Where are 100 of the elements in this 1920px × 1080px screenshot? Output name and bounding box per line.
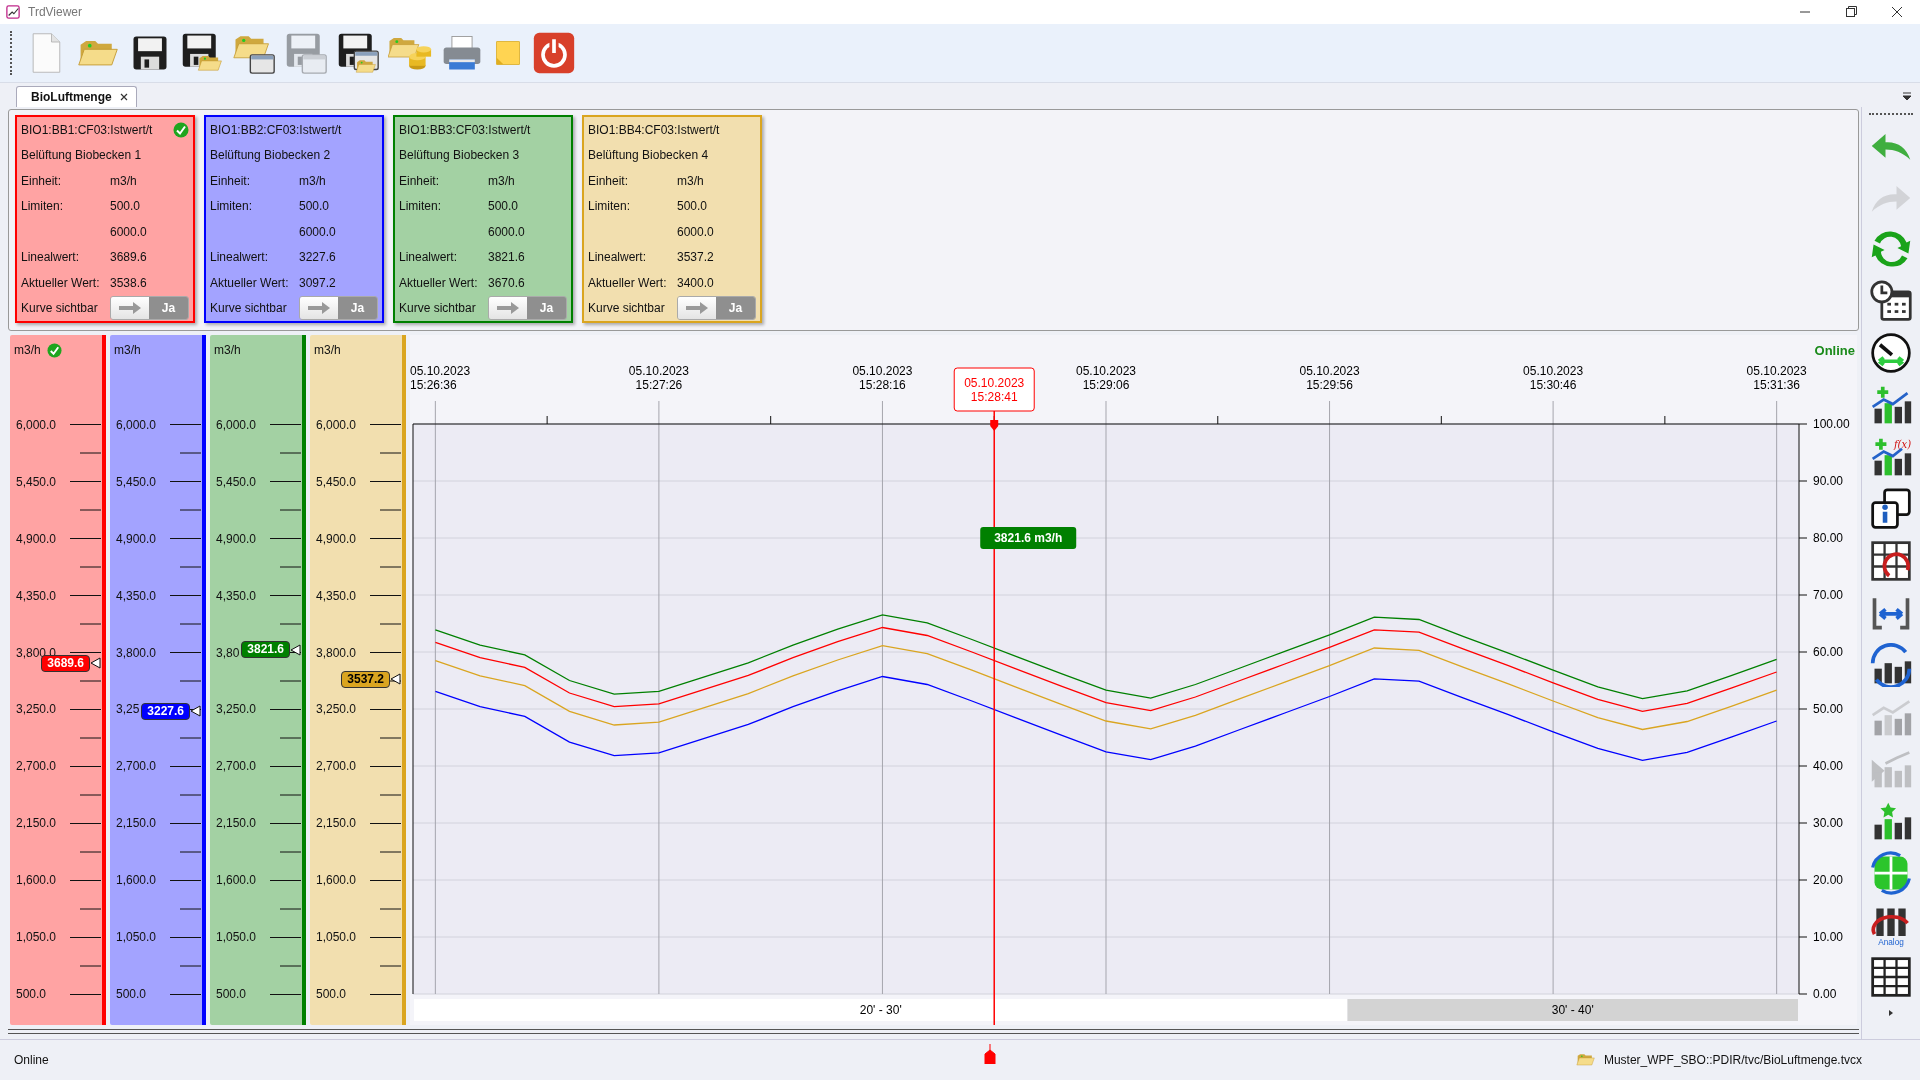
curve-name: Belüftung Biobecken 2: [210, 148, 331, 163]
axis-label: 1,050.0: [116, 930, 157, 944]
time-label: 05.10.2023 15:29:06: [1075, 364, 1137, 392]
tag-name: BIO1:BB1:CF03:Istwert/t: [21, 122, 153, 137]
clock-calendar-icon[interactable]: [1869, 279, 1913, 323]
close-icon[interactable]: [119, 93, 128, 101]
axis-label: 5,450.0: [316, 474, 357, 489]
table-icon[interactable]: [1869, 955, 1913, 999]
floppy-window-folder-icon[interactable]: [336, 31, 380, 75]
field-value: m3/h: [488, 173, 515, 188]
time-label: 05.10.2023 15:27:26: [628, 364, 689, 392]
axis-label: 1,600.0: [16, 873, 57, 888]
axis-label: 500.0: [116, 986, 148, 1001]
field-label: Einheit:: [399, 173, 440, 188]
curve-name: Belüftung Biobecken 1: [21, 148, 142, 163]
arrow-icon: [685, 302, 709, 315]
axis-label: 3,800.0: [316, 645, 357, 660]
cursor-marker-icon[interactable]: [984, 1044, 997, 1064]
axis-label: 1,600.0: [316, 873, 357, 888]
overflow-icon[interactable]: [1887, 1009, 1895, 1017]
axis-label: 80.00: [1813, 531, 1844, 545]
axis-label: 6,000.0: [116, 418, 157, 432]
pointer-icon: [390, 673, 401, 686]
curve-name: Belüftung Biobecken 3: [399, 148, 520, 163]
field-value: m3/h: [110, 173, 137, 188]
axis-label: 3,250.0: [316, 702, 357, 717]
tag-name: BIO1:BB3:CF03:Istwert/t: [399, 122, 531, 137]
dropdown-icon[interactable]: [1902, 91, 1912, 101]
document-tab[interactable]: BioLuftmenge: [16, 86, 137, 107]
axis-label: 1,600.0: [216, 873, 257, 888]
pointer-icon: [190, 705, 201, 718]
gauge-arrows-icon[interactable]: [1869, 331, 1913, 375]
field-value: 3227.6: [299, 250, 336, 265]
axis-label: 1,050.0: [216, 930, 257, 944]
field-value: 6000.0: [677, 224, 714, 239]
time-range-label: 20' - 30': [859, 1003, 902, 1017]
field-label: Linealwert:: [21, 250, 80, 265]
field-value: 500.0: [110, 199, 141, 214]
axis-unit: m3/h: [314, 343, 341, 357]
time-label: 05.10.2023 15:29:56: [1299, 364, 1360, 392]
info-icon[interactable]: [1869, 487, 1913, 531]
axis-label: 10.00: [1813, 930, 1844, 944]
field-value: 6000.0: [488, 224, 525, 239]
axis-label: 2,150.0: [116, 816, 157, 831]
visibility-toggle[interactable]: Ja: [110, 296, 189, 321]
axis-label: 2,150.0: [316, 816, 357, 831]
field-value: 3537.2: [677, 250, 714, 265]
field-value: 3400.0: [677, 275, 714, 290]
tag-name: BIO1:BB2:CF03:Istwert/t: [210, 122, 342, 137]
field-label: Aktueller Wert:: [21, 275, 100, 290]
field-label: Aktueller Wert:: [588, 275, 667, 290]
chart-cycle-icon[interactable]: [1869, 643, 1913, 687]
grid-arrow-icon[interactable]: [1869, 539, 1913, 583]
axis-label: 20.00: [1813, 873, 1844, 887]
visibility-toggle[interactable]: Ja: [299, 296, 378, 321]
field-value: 500.0: [488, 199, 519, 214]
field-label: Kurve sichtbar: [210, 301, 288, 316]
cursor-time: 05.10.2023 15:28:41: [964, 376, 1025, 404]
axis-label: 3,800.0: [116, 645, 157, 660]
field-value: m3/h: [299, 173, 326, 188]
axis-label: 500.0: [316, 986, 348, 1001]
window-title: TrdViewer: [28, 5, 83, 19]
field-label: Linealwert:: [588, 250, 647, 265]
field-value: m3/h: [677, 173, 704, 188]
axis-label: 2,700.0: [16, 759, 57, 774]
field-label: Aktueller Wert:: [399, 275, 478, 290]
axis-label: 4,900.0: [316, 531, 357, 546]
field-label: Linealwert:: [399, 250, 458, 265]
visibility-toggle[interactable]: Ja: [677, 296, 756, 321]
field-value: 3670.6: [488, 275, 525, 290]
axis-label: 30.00: [1813, 816, 1844, 830]
pointer-icon: [290, 643, 301, 656]
axis-label: 2,150.0: [216, 816, 257, 831]
field-label: Einheit:: [588, 173, 629, 188]
field-label: Aktueller Wert:: [210, 275, 289, 290]
arrow-icon: [307, 302, 331, 315]
field-label: Kurve sichtbar: [399, 301, 477, 316]
cursor-handle[interactable]: [990, 420, 999, 431]
field-value: 500.0: [677, 199, 708, 214]
field-value: 3097.2: [299, 275, 336, 290]
ruler-value: 3537.2: [341, 670, 390, 688]
axis-label: 5,450.0: [16, 474, 57, 489]
axis-label: 4,350.0: [16, 588, 57, 603]
time-range-label: 30' - 40': [1551, 1003, 1594, 1017]
ruler-value: 3227.6: [141, 702, 190, 720]
arrow-icon: [496, 302, 520, 315]
field-value: 3538.6: [110, 275, 147, 290]
axis-label: 3,250.0: [16, 702, 57, 717]
field-value: 500.0: [299, 199, 330, 214]
power-icon[interactable]: [532, 31, 576, 75]
axis-label: 4,350.0: [116, 588, 157, 603]
axis-label: 60.00: [1813, 645, 1844, 659]
arrow-icon: [118, 302, 142, 315]
axis-label: 500.0: [16, 986, 48, 1001]
cursor-value: 3821.6 m3/h: [994, 531, 1063, 545]
axis-label: 1,050.0: [316, 930, 357, 944]
axis-label: 2,700.0: [216, 759, 257, 774]
file-path: Muster_WPF_SBO::PDIR/tvc/BioLuftmenge.tvcx: [1603, 1053, 1862, 1067]
cross-arrows-icon[interactable]: [1869, 851, 1913, 895]
visibility-toggle[interactable]: Ja: [488, 296, 567, 321]
